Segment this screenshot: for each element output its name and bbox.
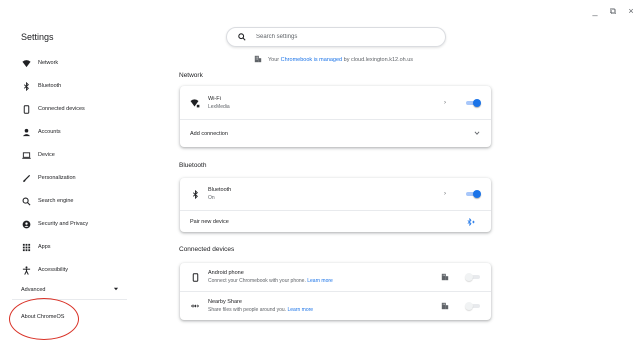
window-controls: _ ⧉ × <box>591 6 635 16</box>
bluetooth-add-icon[interactable] <box>467 213 475 231</box>
android-phone-row[interactable]: Android phone Connect your Chromebook wi… <box>180 263 491 291</box>
chevron-right-icon[interactable]: › <box>441 100 449 106</box>
wifi-row[interactable]: Wi-Fi LexMedia › <box>180 86 491 119</box>
sidebar-item-security-privacy[interactable]: Security and Privacy <box>22 218 88 230</box>
bluetooth-status: On <box>208 195 215 201</box>
sidebar-item-label: Apps <box>38 244 51 250</box>
minimize-button[interactable]: _ <box>591 6 599 16</box>
chevron-down-icon <box>473 130 481 138</box>
sidebar-item-search-engine[interactable]: Search engine <box>22 195 73 207</box>
building-icon <box>441 273 449 281</box>
section-title-network: Network <box>179 72 203 79</box>
android-phone-label: Android phone <box>208 270 244 276</box>
sidebar-item-connected-devices[interactable]: Connected devices <box>22 103 85 115</box>
bluetooth-label: Bluetooth <box>208 187 232 193</box>
android-phone-description: Connect your Chromebook with your phone.… <box>208 278 333 284</box>
advanced-label: Advanced <box>21 287 46 293</box>
restore-button[interactable]: ⧉ <box>609 6 617 16</box>
close-button[interactable]: × <box>627 6 635 16</box>
bluetooth-card: Bluetooth On › Pair new device <box>180 178 491 232</box>
apps-grid-icon <box>22 243 31 252</box>
sidebar-item-accounts[interactable]: Accounts <box>22 126 61 138</box>
chevron-right-icon[interactable]: › <box>441 191 449 197</box>
sidebar-item-network[interactable]: Network <box>22 57 58 69</box>
annotation-circle <box>9 298 79 340</box>
nearby-share-label: Nearby Share <box>208 299 242 305</box>
wifi-icon <box>22 59 31 68</box>
sidebar-item-label: Device <box>38 152 55 158</box>
sidebar-item-apps[interactable]: Apps <box>22 241 51 253</box>
shield-icon <box>22 220 31 229</box>
laptop-icon <box>22 151 31 160</box>
sidebar-item-label: Bluetooth <box>38 83 62 89</box>
phone-icon <box>22 104 31 114</box>
sidebar-item-accessibility[interactable]: Accessibility <box>22 264 68 276</box>
sidebar-item-label: Accessibility <box>38 267 68 273</box>
bluetooth-icon <box>22 81 31 91</box>
search-box[interactable] <box>226 27 446 47</box>
sidebar-advanced[interactable]: Advanced <box>21 286 119 294</box>
sidebar-item-label: Network <box>38 60 59 66</box>
managed-prefix: Your <box>268 57 280 63</box>
section-title-bluetooth: Bluetooth <box>179 162 207 169</box>
learn-more-link[interactable]: Learn more <box>307 278 333 284</box>
bluetooth-icon <box>190 189 200 199</box>
sidebar-item-device[interactable]: Device <box>22 149 55 161</box>
nearby-share-icon <box>190 301 200 311</box>
sidebar-item-label: Personalization <box>38 175 76 181</box>
search-input[interactable] <box>256 34 436 40</box>
chevron-down-icon <box>113 286 119 294</box>
accessibility-icon <box>22 265 31 275</box>
nearby-share-toggle[interactable] <box>465 302 481 310</box>
network-card: Wi-Fi LexMedia › Add connection <box>180 86 491 147</box>
managed-link[interactable]: Chromebook is managed <box>281 57 342 63</box>
search-icon <box>237 32 247 42</box>
managed-notice: Your Chromebook is managed by cloud.lexi… <box>254 55 413 65</box>
nearby-share-description: Share files with people around you. Lear… <box>208 307 314 313</box>
nearby-share-row[interactable]: Nearby Share Share files with people aro… <box>180 291 491 320</box>
phone-icon <box>190 272 200 282</box>
pair-device-label: Pair new device <box>190 218 229 225</box>
sidebar-item-label: Security and Privacy <box>38 221 89 227</box>
connected-devices-card: Android phone Connect your Chromebook wi… <box>180 263 491 320</box>
wifi-icon <box>190 98 200 108</box>
learn-more-link[interactable]: Learn more <box>288 307 314 313</box>
sidebar-item-label: Connected devices <box>38 106 85 112</box>
building-icon <box>441 302 449 310</box>
sidebar-item-label: Accounts <box>38 129 61 135</box>
search-icon <box>22 197 31 206</box>
brush-icon <box>22 174 31 183</box>
add-connection-label: Add connection <box>190 130 228 137</box>
pair-device-row[interactable]: Pair new device <box>180 210 491 232</box>
android-phone-toggle[interactable] <box>465 273 481 281</box>
building-icon <box>254 55 262 65</box>
person-icon <box>22 128 31 137</box>
section-title-connected-devices: Connected devices <box>179 246 235 253</box>
sidebar-item-personalization[interactable]: Personalization <box>22 172 76 184</box>
wifi-toggle[interactable] <box>465 98 481 107</box>
add-connection-row[interactable]: Add connection <box>180 119 491 147</box>
managed-suffix: by cloud.lexington.k12.oh.us <box>343 57 414 63</box>
sidebar-item-label: Search engine <box>38 198 74 204</box>
sidebar-item-bluetooth[interactable]: Bluetooth <box>22 80 61 92</box>
bluetooth-toggle[interactable] <box>465 190 481 198</box>
app-title: Settings <box>21 32 54 42</box>
bluetooth-row[interactable]: Bluetooth On › <box>180 178 491 210</box>
wifi-network-name: LexMedia <box>208 103 230 110</box>
wifi-label: Wi-Fi <box>208 95 221 102</box>
